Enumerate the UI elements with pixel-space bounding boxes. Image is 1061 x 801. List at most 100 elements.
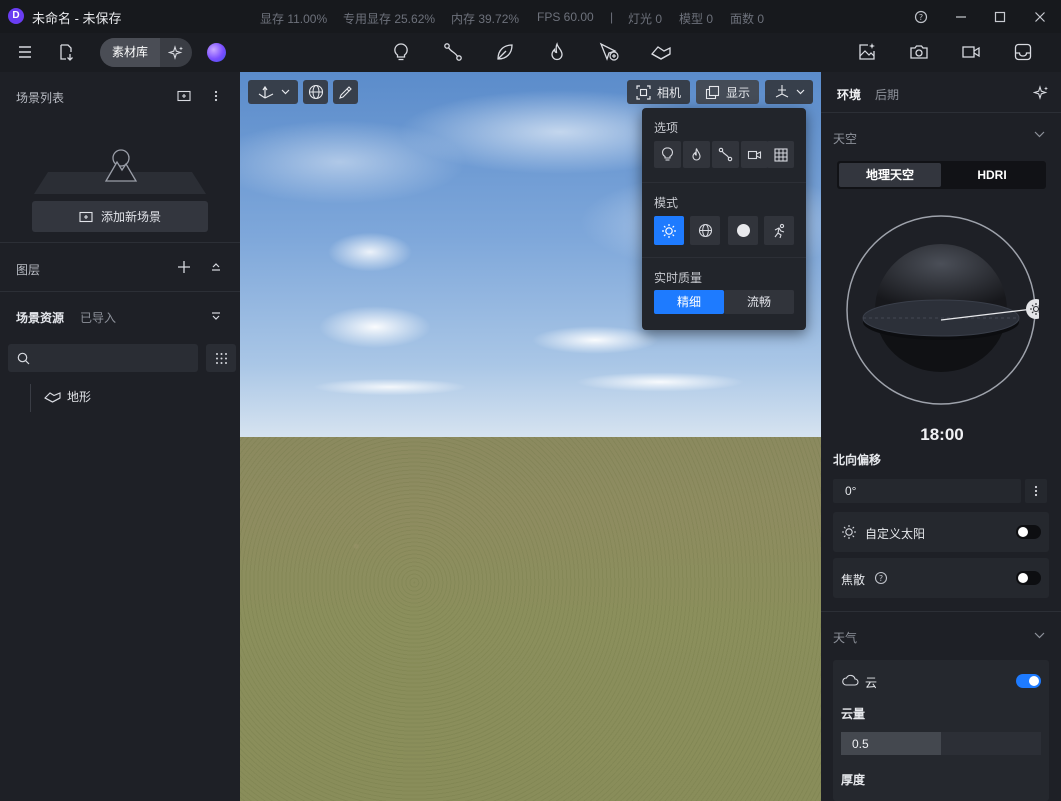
north-offset-field[interactable]: 0° xyxy=(833,479,1021,503)
north-offset-more-button[interactable] xyxy=(1025,479,1047,503)
maximize-icon xyxy=(994,11,1006,23)
effects-tool-button[interactable] xyxy=(542,37,572,67)
sun-position-dial[interactable] xyxy=(843,212,1039,408)
toggle-lights-option[interactable] xyxy=(654,141,681,168)
mode-clay-button[interactable] xyxy=(728,216,758,245)
display-menu-button[interactable]: 显示 xyxy=(696,80,759,104)
solid-circle-icon xyxy=(736,224,750,237)
light-tool-button[interactable] xyxy=(386,37,416,67)
ai-orb-button[interactable] xyxy=(207,43,226,62)
scene-list-more-button[interactable] xyxy=(208,88,224,104)
eyedropper-button[interactable] xyxy=(333,80,358,104)
light-bulb-icon xyxy=(661,147,674,161)
screenshot-button[interactable] xyxy=(904,37,934,67)
cloud-toggle[interactable] xyxy=(1016,674,1041,688)
mountain-icon xyxy=(104,149,138,182)
flame-icon xyxy=(692,148,701,161)
tab-imported[interactable]: 已导入 xyxy=(80,309,116,326)
eyedropper-icon xyxy=(339,85,352,99)
quality-smooth-button[interactable]: 流畅 xyxy=(724,290,794,314)
close-button[interactable] xyxy=(1029,6,1051,28)
scene-placeholder-icon xyxy=(103,146,139,182)
caustics-row: 焦散 ? xyxy=(833,558,1049,598)
render-image-button[interactable] xyxy=(852,37,882,67)
cloud-amount-slider[interactable]: 0.5 xyxy=(841,732,1041,755)
toggle-grid-option[interactable] xyxy=(767,141,794,168)
tab-scene-assets[interactable]: 场景资源 xyxy=(16,309,64,326)
maximize-button[interactable] xyxy=(989,6,1011,28)
asset-search-input[interactable] xyxy=(8,344,198,372)
vegetation-tool-button[interactable] xyxy=(490,37,520,67)
view-grid-button[interactable] xyxy=(206,344,236,372)
display-dropdown-menu: 选项 模式 实时质量 精细 流畅 xyxy=(642,108,806,330)
divider xyxy=(642,182,806,183)
help-icon[interactable]: ? xyxy=(874,571,888,585)
world-space-button[interactable] xyxy=(303,80,328,104)
tab-post-processing[interactable]: 后期 xyxy=(875,86,899,103)
cloud-icon xyxy=(842,674,859,686)
chevron-down-icon xyxy=(281,89,289,95)
toggle-paths-option[interactable] xyxy=(712,141,739,168)
stat-lights: 灯光 0 xyxy=(628,12,663,26)
north-offset-label: 北向偏移 xyxy=(833,453,882,467)
terrain-tool-button[interactable] xyxy=(646,37,676,67)
collapse-layers-button[interactable] xyxy=(208,259,224,275)
add-screen-icon xyxy=(177,90,191,102)
mode-lit-button[interactable] xyxy=(654,216,684,245)
sky-tab-hdri[interactable]: HDRI xyxy=(941,163,1043,187)
camera-menu-button[interactable]: 相机 xyxy=(627,80,690,104)
sky-collapse-button[interactable] xyxy=(1034,131,1045,138)
layers-title: 图层 xyxy=(16,263,41,277)
path-nodes-icon xyxy=(718,147,733,162)
stat-fps: FPS 60.00 xyxy=(537,10,594,24)
sparkle-icon xyxy=(168,44,183,60)
collapse-assets-button[interactable] xyxy=(208,308,224,324)
asset-library-button[interactable]: 素材库 xyxy=(100,38,160,67)
camera-menu-label: 相机 xyxy=(656,85,681,100)
add-scene-small-button[interactable] xyxy=(176,88,192,104)
help-button[interactable]: ? xyxy=(910,6,932,28)
layers-copy-icon xyxy=(705,85,720,99)
record-video-button[interactable] xyxy=(956,37,986,67)
cloud-label: 云 xyxy=(865,676,878,690)
help-icon: ? xyxy=(914,10,928,24)
path-tool-button[interactable] xyxy=(438,37,468,67)
mode-walk-button[interactable] xyxy=(764,216,794,245)
transform-gizmo-button[interactable] xyxy=(248,80,298,104)
collapse-down-icon xyxy=(212,312,220,320)
minimize-button[interactable] xyxy=(950,6,972,28)
caustics-toggle[interactable] xyxy=(1016,571,1041,585)
add-marker-tool-button[interactable] xyxy=(594,37,624,67)
toggle-cameras-option[interactable] xyxy=(741,141,768,168)
quality-fine-button[interactable]: 精细 xyxy=(654,290,724,314)
add-new-scene-label: 添加新场景 xyxy=(100,210,161,224)
focus-frame-icon xyxy=(636,84,651,100)
tab-environment[interactable]: 环境 xyxy=(837,86,861,103)
import-file-button[interactable] xyxy=(51,37,81,67)
toggle-effects-option[interactable] xyxy=(683,141,710,168)
runner-icon xyxy=(774,223,785,238)
add-new-scene-button[interactable]: 添加新场景 xyxy=(32,201,208,232)
add-layer-button[interactable] xyxy=(176,259,192,275)
output-box-button[interactable] xyxy=(1008,37,1038,67)
video-camera-icon xyxy=(747,150,762,159)
inbox-icon xyxy=(1014,43,1032,61)
collapse-up-icon xyxy=(212,263,220,271)
display-menu-label: 显示 xyxy=(725,85,750,100)
mode-wireframe-button[interactable] xyxy=(690,216,720,245)
divider xyxy=(0,242,240,243)
view-mode-dropdown[interactable] xyxy=(765,80,813,104)
tree-item-terrain[interactable]: 地形 xyxy=(44,388,91,405)
menu-button[interactable] xyxy=(10,37,40,67)
weather-collapse-button[interactable] xyxy=(1034,632,1045,639)
ai-assist-button[interactable] xyxy=(160,38,192,67)
add-marker-icon xyxy=(599,42,619,61)
video-camera-icon xyxy=(962,46,980,58)
weather-section-title: 天气 xyxy=(833,631,858,645)
sky-tab-geographic[interactable]: 地理天空 xyxy=(839,163,941,187)
environment-ai-button[interactable] xyxy=(1032,84,1050,102)
perspective-icon xyxy=(775,85,788,98)
custom-sun-toggle[interactable] xyxy=(1016,525,1041,539)
divider xyxy=(821,611,1061,612)
cloud-amount-label: 云量 xyxy=(841,707,866,721)
